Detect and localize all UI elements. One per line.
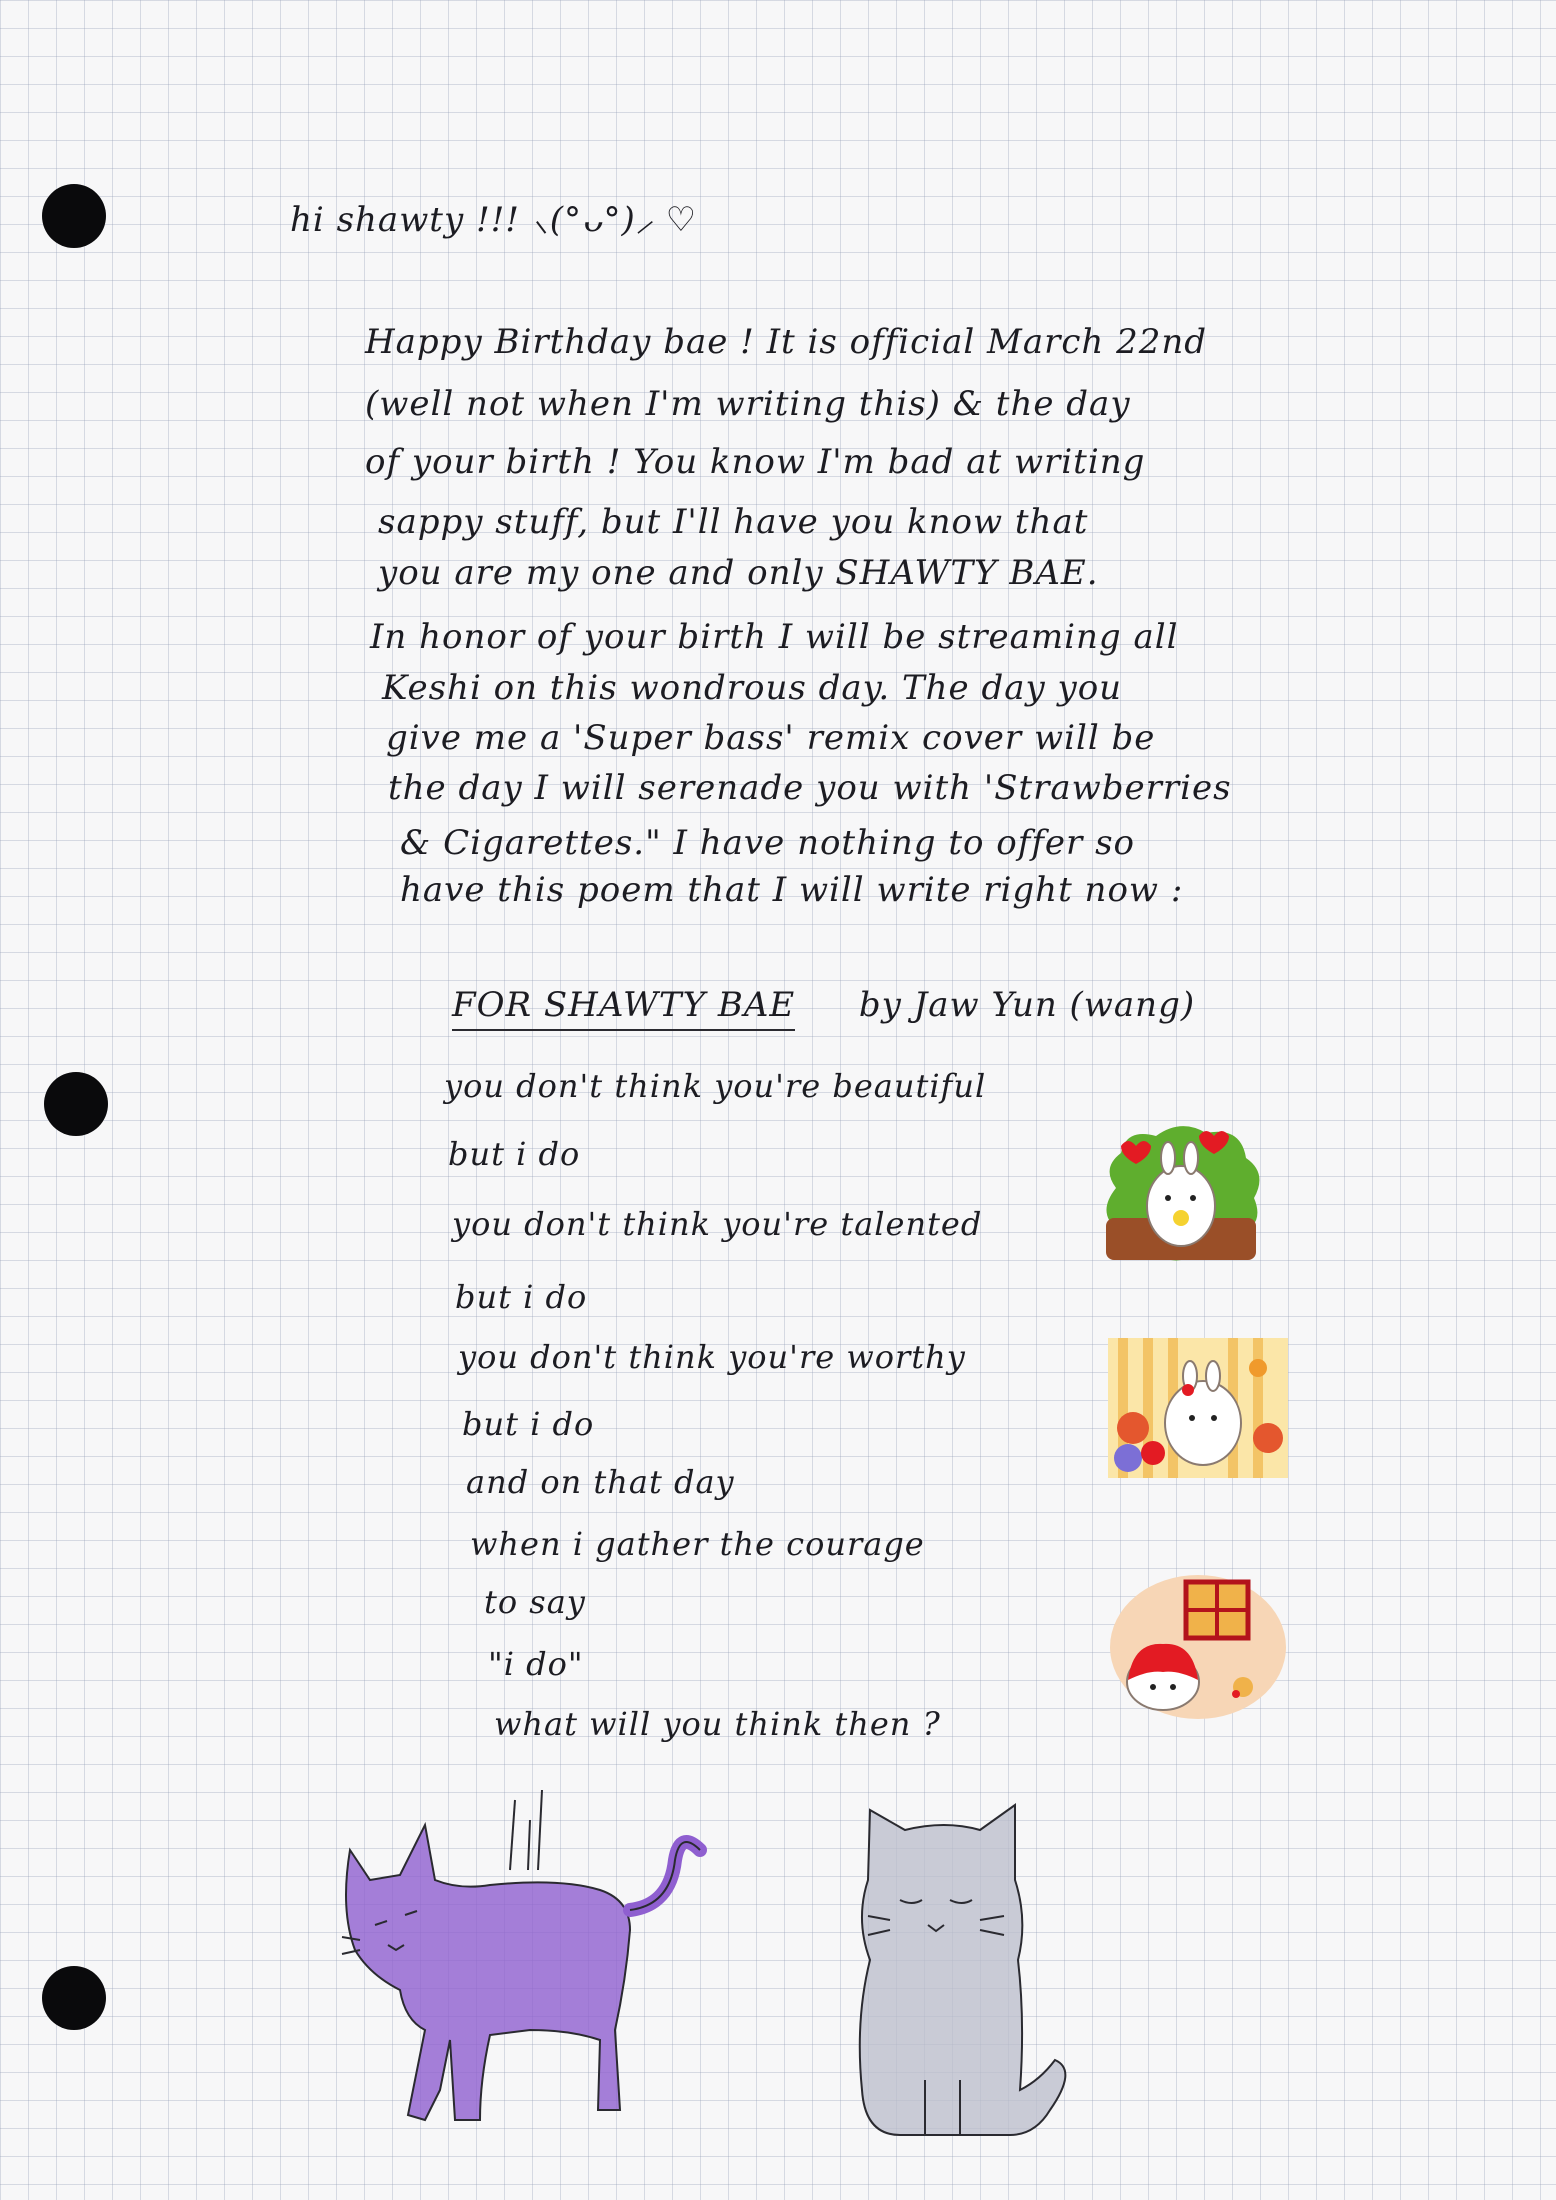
poem-line: to say bbox=[484, 1583, 586, 1621]
bunny-flowers-sticker bbox=[1108, 1338, 1288, 1478]
poem-byline: by Jaw Yun (wang) bbox=[858, 985, 1196, 1025]
grey-cat-drawing bbox=[858, 1803, 1067, 2136]
poem-line: "i do" bbox=[488, 1645, 584, 1683]
greeting: hi shawty !!! ⸜(°ᴗ°)⸝ ♡ bbox=[290, 200, 698, 240]
letter-line: (well not when I'm writing this) & the d… bbox=[365, 384, 1131, 424]
poem-line: but i do bbox=[448, 1135, 581, 1173]
binder-hole-bottom bbox=[42, 1966, 106, 2030]
letter-line: have this poem that I will write right n… bbox=[400, 870, 1184, 910]
poem-line: you don't think you're talented bbox=[452, 1205, 983, 1243]
bunny-hearts-sticker bbox=[1106, 1126, 1260, 1261]
poem-line: but i do bbox=[462, 1405, 595, 1443]
letter-line: Keshi on this wondrous day. The day you bbox=[382, 668, 1123, 708]
letter-line: give me a 'Super bass' remix cover will … bbox=[386, 718, 1156, 758]
poem-title: FOR SHAWTY BAE bbox=[452, 985, 796, 1031]
poem-line: but i do bbox=[455, 1278, 588, 1316]
binder-hole-middle bbox=[44, 1072, 108, 1136]
poem-line: you don't think you're worthy bbox=[458, 1338, 966, 1376]
bunny-window-sticker bbox=[1110, 1575, 1286, 1719]
purple-cat-drawing bbox=[341, 1790, 707, 2122]
letter-line: Happy Birthday bae ! It is official Marc… bbox=[365, 322, 1208, 362]
binder-hole-top bbox=[42, 184, 106, 248]
poem-line: when i gather the courage bbox=[470, 1525, 925, 1563]
poem-line: and on that day bbox=[466, 1463, 735, 1501]
letter-line: you are my one and only SHAWTY BAE. bbox=[378, 553, 1099, 593]
letter-line: & Cigarettes." I have nothing to offer s… bbox=[400, 823, 1136, 863]
poem-line: what will you think then ? bbox=[494, 1705, 941, 1743]
letter-line: of your birth ! You know I'm bad at writ… bbox=[365, 442, 1146, 482]
poem-line: you don't think you're beautiful bbox=[444, 1067, 987, 1105]
letter-line: sappy stuff, but I'll have you know that bbox=[378, 502, 1089, 542]
letter-line: the day I will serenade you with 'Strawb… bbox=[388, 768, 1232, 808]
letter-line: In honor of your birth I will be streami… bbox=[370, 617, 1179, 657]
poem-title-row: FOR SHAWTY BAE by Jaw Yun (wang) bbox=[452, 985, 1196, 1031]
